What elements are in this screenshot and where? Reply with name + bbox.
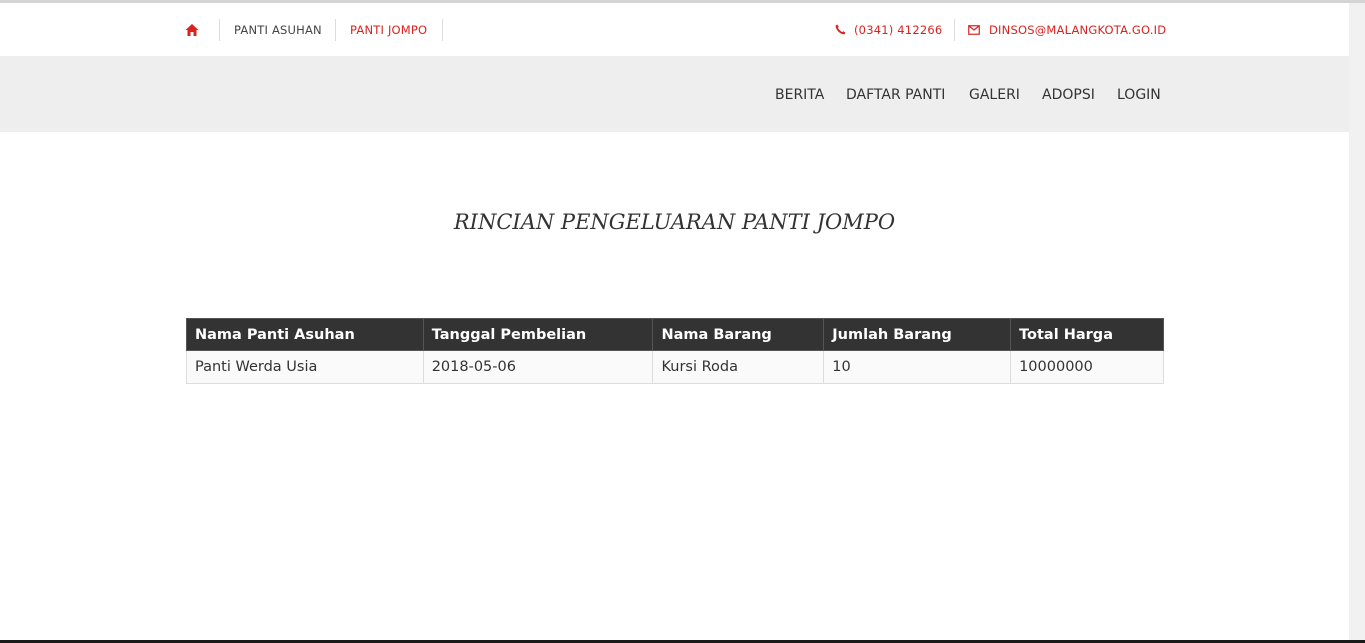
phone-icon [835, 24, 846, 35]
nav-item-adopsi[interactable]: ADOPSI [1042, 87, 1095, 103]
home-icon[interactable] [185, 23, 199, 37]
table-cell: Kursi Roda [652, 350, 825, 384]
top-bar: PANTI ASUHAN PANTI JOMPO (0341) 412266 D… [0, 3, 1349, 56]
main-nav: BERITA DAFTAR PANTI GALERI ADOPSI LOGIN [0, 56, 1349, 132]
expense-table: Nama Panti Asuhan Tanggal Pembelian Nama… [186, 318, 1164, 384]
email-link[interactable]: DINSOS@MALANGKOTA.GO.ID [989, 23, 1166, 37]
table-cell: 10 [823, 350, 1012, 384]
top-link-panti-jompo[interactable]: PANTI JOMPO [350, 23, 427, 37]
table-cell: Panti Werda Usia [186, 350, 424, 384]
mail-icon [968, 25, 980, 35]
vertical-scrollbar[interactable] [1349, 3, 1365, 640]
column-header: Total Harga [1010, 318, 1164, 351]
table-cell: 2018-05-06 [422, 350, 654, 384]
column-header: Tanggal Pembelian [422, 318, 654, 351]
nav-item-daftar-panti[interactable]: DAFTAR PANTI [846, 87, 945, 103]
top-link-panti-asuhan[interactable]: PANTI ASUHAN [234, 23, 322, 37]
nav-item-login[interactable]: LOGIN [1117, 87, 1161, 103]
phone-number: (0341) 412266 [854, 23, 943, 37]
nav-item-berita[interactable]: BERITA [775, 87, 824, 103]
separator [335, 19, 336, 41]
separator [954, 19, 955, 41]
page-title: RINCIAN PENGELUARAN PANTI JOMPO [453, 210, 896, 234]
nav-item-galeri[interactable]: GALERI [969, 87, 1020, 103]
separator [442, 19, 443, 41]
table-cell: 10000000 [1010, 350, 1164, 384]
column-header: Jumlah Barang [823, 318, 1012, 351]
table-row: Panti Werda Usia 2018-05-06 Kursi Roda 1… [186, 350, 1164, 384]
table-header-row: Nama Panti Asuhan Tanggal Pembelian Nama… [186, 318, 1164, 351]
column-header: Nama Panti Asuhan [186, 318, 424, 351]
separator [219, 19, 220, 41]
column-header: Nama Barang [652, 318, 825, 351]
